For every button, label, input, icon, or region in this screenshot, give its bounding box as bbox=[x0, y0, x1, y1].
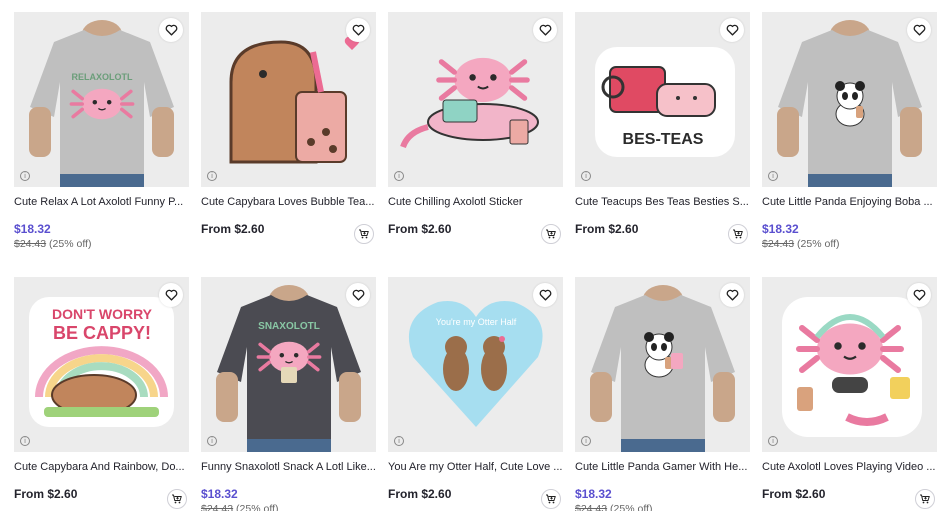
starting-price: From $2.60 bbox=[201, 222, 265, 236]
sale-price: $18.32 bbox=[575, 487, 612, 501]
price-row: $18.32 bbox=[575, 485, 750, 501]
info-icon[interactable]: i bbox=[394, 171, 404, 181]
product-title[interactable]: Cute Teacups Bes Teas Besties S... bbox=[575, 195, 750, 210]
original-price: $24.43 bbox=[14, 238, 47, 250]
price-row: $18.32 bbox=[762, 220, 937, 236]
sale-price: $18.32 bbox=[762, 222, 799, 236]
info-icon[interactable]: i bbox=[20, 171, 30, 181]
discount-label: (25% off) bbox=[236, 503, 279, 511]
add-to-cart-icon[interactable] bbox=[915, 489, 935, 509]
product-title[interactable]: Cute Capybara And Rainbow, Do... bbox=[14, 460, 189, 475]
svg-text:BES-TEAS: BES-TEAS bbox=[623, 131, 704, 148]
product-card[interactable]: You're my Otter Half i You Are my Otter H… bbox=[388, 277, 563, 511]
product-image[interactable]: RELAXOLOTL i bbox=[14, 12, 189, 187]
original-price-row: $24.43 (25% off) bbox=[575, 503, 750, 511]
product-grid: RELAXOLOTL i Cute Relax A Lot Axolotl Fun… bbox=[14, 12, 937, 511]
discount-label: (25% off) bbox=[49, 238, 92, 250]
product-image[interactable]: i bbox=[575, 277, 750, 452]
price-row: From $2.60 bbox=[201, 220, 376, 244]
starting-price: From $2.60 bbox=[762, 487, 826, 501]
favorite-heart-icon[interactable] bbox=[907, 18, 931, 42]
original-price: $24.43 bbox=[201, 503, 234, 511]
product-image[interactable]: BES-TEAS i bbox=[575, 12, 750, 187]
original-price-row: $24.43 (25% off) bbox=[201, 503, 376, 511]
product-image[interactable]: i bbox=[388, 12, 563, 187]
svg-text:DON'T WORRY: DON'T WORRY bbox=[52, 306, 153, 322]
favorite-heart-icon[interactable] bbox=[159, 283, 183, 307]
original-price: $24.43 bbox=[575, 503, 608, 511]
price-row: $18.32 bbox=[201, 485, 376, 501]
product-title[interactable]: Cute Relax A Lot Axolotl Funny P... bbox=[14, 195, 189, 210]
original-price-row: $24.43 (25% off) bbox=[762, 238, 937, 250]
add-to-cart-icon[interactable] bbox=[728, 224, 748, 244]
product-card[interactable]: i Cute Capybara Loves Bubble Tea... From $… bbox=[201, 12, 376, 263]
product-title[interactable]: Funny Snaxolotl Snack A Lotl Like... bbox=[201, 460, 376, 475]
discount-label: (25% off) bbox=[610, 503, 653, 511]
product-image[interactable]: SNAXOLOTL i bbox=[201, 277, 376, 452]
product-image[interactable]: i bbox=[201, 12, 376, 187]
product-title[interactable]: Cute Capybara Loves Bubble Tea... bbox=[201, 195, 376, 210]
product-image[interactable]: i bbox=[762, 12, 937, 187]
product-title[interactable]: Cute Chilling Axolotl Sticker bbox=[388, 195, 563, 210]
svg-text:SNAXOLOTL: SNAXOLOTL bbox=[258, 321, 320, 332]
svg-text:BE CAPPY!: BE CAPPY! bbox=[53, 323, 151, 343]
product-card[interactable]: i Cute Chilling Axolotl Sticker From $2.60 bbox=[388, 12, 563, 263]
favorite-heart-icon[interactable] bbox=[907, 283, 931, 307]
product-title[interactable]: You Are my Otter Half, Cute Love ... bbox=[388, 460, 563, 475]
starting-price: From $2.60 bbox=[388, 222, 452, 236]
favorite-heart-icon[interactable] bbox=[346, 18, 370, 42]
svg-text:RELAXOLOTL: RELAXOLOTL bbox=[72, 72, 133, 82]
info-icon[interactable]: i bbox=[394, 436, 404, 446]
product-image[interactable]: DON'T WORRY BE CAPPY! i bbox=[14, 277, 189, 452]
info-icon[interactable]: i bbox=[581, 436, 591, 446]
product-image[interactable]: You're my Otter Half i bbox=[388, 277, 563, 452]
favorite-heart-icon[interactable] bbox=[533, 283, 557, 307]
info-icon[interactable]: i bbox=[581, 171, 591, 181]
sale-price: $18.32 bbox=[14, 222, 51, 236]
price-row: From $2.60 bbox=[762, 485, 937, 509]
info-icon[interactable]: i bbox=[207, 436, 217, 446]
discount-label: (25% off) bbox=[797, 238, 840, 250]
product-title[interactable]: Cute Little Panda Gamer With He... bbox=[575, 460, 750, 475]
starting-price: From $2.60 bbox=[14, 487, 78, 501]
product-card[interactable]: i Cute Axolotl Loves Playing Video ... Fro… bbox=[762, 277, 937, 511]
info-icon[interactable]: i bbox=[768, 436, 778, 446]
original-price-row: $24.43 (25% off) bbox=[14, 238, 189, 250]
favorite-heart-icon[interactable] bbox=[720, 283, 744, 307]
original-price: $24.43 bbox=[762, 238, 795, 250]
favorite-heart-icon[interactable] bbox=[159, 18, 183, 42]
product-card[interactable]: i Cute Little Panda Enjoying Boba ... $18.… bbox=[762, 12, 937, 263]
product-card[interactable]: DON'T WORRY BE CAPPY! i Cute Capybara And… bbox=[14, 277, 189, 511]
info-icon[interactable]: i bbox=[20, 436, 30, 446]
favorite-heart-icon[interactable] bbox=[533, 18, 557, 42]
sale-price: $18.32 bbox=[201, 487, 238, 501]
product-image[interactable]: i bbox=[762, 277, 937, 452]
price-row: From $2.60 bbox=[14, 485, 189, 509]
product-card[interactable]: i Cute Little Panda Gamer With He... $18.3… bbox=[575, 277, 750, 511]
price-row: $18.32 bbox=[14, 220, 189, 236]
favorite-heart-icon[interactable] bbox=[346, 283, 370, 307]
favorite-heart-icon[interactable] bbox=[720, 18, 744, 42]
product-title[interactable]: Cute Axolotl Loves Playing Video ... bbox=[762, 460, 937, 475]
price-row: From $2.60 bbox=[575, 220, 750, 244]
product-card[interactable]: BES-TEAS i Cute Teacups Bes Teas Besties S… bbox=[575, 12, 750, 263]
add-to-cart-icon[interactable] bbox=[167, 489, 187, 509]
add-to-cart-icon[interactable] bbox=[354, 224, 374, 244]
starting-price: From $2.60 bbox=[575, 222, 639, 236]
add-to-cart-icon[interactable] bbox=[541, 489, 561, 509]
product-card[interactable]: RELAXOLOTL i Cute Relax A Lot Axolotl Fun… bbox=[14, 12, 189, 263]
product-title[interactable]: Cute Little Panda Enjoying Boba ... bbox=[762, 195, 937, 210]
info-icon[interactable]: i bbox=[768, 171, 778, 181]
starting-price: From $2.60 bbox=[388, 487, 452, 501]
svg-text:You're my Otter Half: You're my Otter Half bbox=[436, 317, 517, 327]
price-row: From $2.60 bbox=[388, 485, 563, 509]
add-to-cart-icon[interactable] bbox=[541, 224, 561, 244]
product-card[interactable]: SNAXOLOTL i Funny Snaxolotl Snack A Lotl … bbox=[201, 277, 376, 511]
info-icon[interactable]: i bbox=[207, 171, 217, 181]
price-row: From $2.60 bbox=[388, 220, 563, 244]
